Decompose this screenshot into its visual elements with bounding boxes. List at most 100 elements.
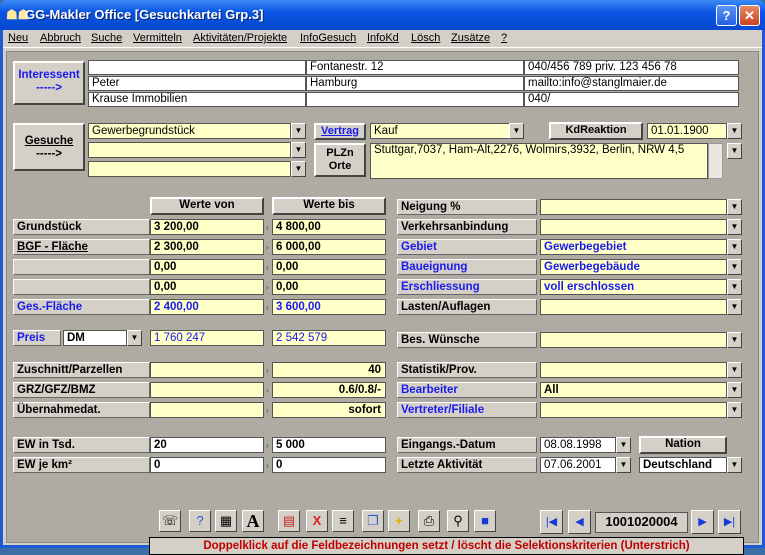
ges-flaeche-von[interactable]: 2 400,00 [150,299,264,315]
plzn-dropdown-icon[interactable]: ▼ [727,143,742,159]
label-statistik[interactable]: Statistik/Prov. [397,362,537,378]
eingangsdatum-field[interactable]: 08.08.1998 [540,437,616,453]
search-icon[interactable]: ⚲ [447,510,469,532]
preis-bis[interactable]: 2 542 579 [272,330,386,346]
menu-infogesuch[interactable]: InfoGesuch [300,32,356,44]
copy-icon[interactable]: ❐ [362,510,384,532]
nation-select[interactable]: Deutschland [639,457,727,473]
extra2-von[interactable]: 0,00 [150,279,264,295]
label-eingangsdatum[interactable]: Eingangs.-Datum [397,437,537,453]
label-uebernahmedat[interactable]: Übernahmedat. [13,402,150,418]
label-gebiet[interactable]: Gebiet [397,239,537,255]
preis-von[interactable]: 1 760 247 [150,330,264,346]
ges-flaeche-bis[interactable]: 3 600,00 [272,299,386,315]
label-ges-flaeche[interactable]: Ges.-Fläche [13,299,150,315]
vertrag-dropdown-icon[interactable]: ▼ [509,123,524,139]
statistik-dropdown-icon[interactable]: ▼ [727,362,742,378]
menu-suche[interactable]: Suche [91,32,122,44]
bgf-bis[interactable]: 6 000,00 [272,239,386,255]
label-neigung[interactable]: Neigung % [397,199,537,215]
extra1-bis[interactable]: 0,00 [272,259,386,275]
vertrag-select[interactable]: Kauf [370,123,522,139]
help-icon[interactable]: ? [189,510,211,532]
currency-select[interactable]: DM [63,330,127,346]
label-erschliessung[interactable]: Erschliessung [397,279,537,295]
plzn-orte-list[interactable]: Stuttgar,7037, Ham-Alt,2276, Wolmirs,393… [370,143,708,179]
save-icon[interactable]: ■ [474,510,496,532]
gebiet-select[interactable]: Gewerbegebiet [540,239,727,255]
object-type-2[interactable] [88,142,291,158]
extra2-bis[interactable]: 0,00 [272,279,386,295]
ew-km2-von[interactable]: 0 [150,457,264,473]
print-icon[interactable]: ⎙ [418,510,440,532]
bgf-von[interactable]: 2 300,00 [150,239,264,255]
menu-loesch[interactable]: Lösch [411,32,440,44]
extra1-von[interactable]: 0,00 [150,259,264,275]
address-city[interactable]: Hamburg [306,76,524,91]
aktivitaet-dropdown-icon[interactable]: ▼ [616,457,631,473]
label-empty-2[interactable] [13,279,150,295]
address-extra[interactable] [306,92,524,107]
vertreter-dropdown-icon[interactable]: ▼ [727,402,742,418]
erschliessung-dropdown-icon[interactable]: ▼ [727,279,742,295]
label-empty-1[interactable] [13,259,150,275]
verkehrsanbindung-select[interactable] [540,219,727,235]
vertreter-select[interactable] [540,402,727,418]
kdreaktion-label[interactable]: KdReaktion [549,122,643,140]
label-vertreter[interactable]: Vertreter/Filiale [397,402,537,418]
label-bearbeiter[interactable]: Bearbeiter [397,382,537,398]
nav-last-icon[interactable]: ▶| [718,510,741,534]
currency-dropdown-icon[interactable]: ▼ [127,330,142,346]
label-bgf-flaeche[interactable]: BGF - Fläche [13,239,150,255]
plzn-orte-button[interactable]: PLZn Orte [314,143,366,177]
font-icon[interactable]: A [242,510,264,532]
chart-icon[interactable]: ▤ [278,510,300,532]
label-ew-tsd[interactable]: EW in Tsd. [13,437,150,453]
add-icon[interactable]: + [388,510,410,532]
ew-tsd-bis[interactable]: 5 000 [272,437,386,453]
address-street[interactable]: Fontanestr. 12 [306,60,524,75]
label-letzte-aktivitaet[interactable]: Letzte Aktivität [397,457,537,473]
menu-aktivitaeten[interactable]: Aktivitäten/Projekte [193,32,287,44]
grz-von[interactable] [150,382,264,398]
erschliessung-select[interactable]: voll erschlossen [540,279,727,295]
menu-vermitteln[interactable]: Vermitteln [133,32,182,44]
zuschnitt-bis[interactable]: 40 [272,362,386,378]
lasten-select[interactable] [540,299,727,315]
object-type-1[interactable]: Gewerbegrundstück [88,123,291,139]
interessent-line-1[interactable] [88,60,306,75]
fax-icon[interactable]: ☏ [159,510,181,532]
object-type-3[interactable] [88,161,291,177]
list-icon[interactable]: ≡ [332,510,354,532]
wuensche-select[interactable] [540,332,727,348]
object-type-1-dropdown-icon[interactable]: ▼ [291,123,306,139]
nav-next-icon[interactable]: ▶ [691,510,714,534]
eingangsdatum-dropdown-icon[interactable]: ▼ [616,437,631,453]
delete-icon[interactable]: X [306,510,328,532]
wuensche-dropdown-icon[interactable]: ▼ [727,332,742,348]
label-ew-km2[interactable]: EW je km² [13,457,150,473]
menu-abbruch[interactable]: Abbruch [40,32,81,44]
uebernahme-bis[interactable]: sofort [272,402,386,418]
baueignung-dropdown-icon[interactable]: ▼ [727,259,742,275]
plzn-scrollbar[interactable] [708,143,723,179]
close-button[interactable]: ✕ [739,5,760,26]
kdreaktion-dropdown-icon[interactable]: ▼ [727,123,742,139]
verkehrsanbindung-dropdown-icon[interactable]: ▼ [727,219,742,235]
zuschnitt-von[interactable] [150,362,264,378]
object-type-3-dropdown-icon[interactable]: ▼ [291,161,306,177]
vertrag-label[interactable]: Vertrag [314,123,366,140]
menu-infokd[interactable]: InfoKd [367,32,399,44]
menu-help[interactable]: ? [501,32,507,44]
label-grz-gfz-bmz[interactable]: GRZ/GFZ/BMZ [13,382,150,398]
interessent-name[interactable]: Peter [88,76,306,91]
menu-zusaetze[interactable]: Zusätze [451,32,490,44]
contact-phone[interactable]: 040/456 789 priv. 123 456 78 [524,60,739,75]
aktivitaet-field[interactable]: 07.06.2001 [540,457,616,473]
label-zuschnitt[interactable]: Zuschnitt/Parzellen [13,362,150,378]
label-lasten-auflagen[interactable]: Lasten/Auflagen [397,299,537,315]
ew-tsd-von[interactable]: 20 [150,437,264,453]
help-button[interactable]: ? [716,5,737,26]
object-type-2-dropdown-icon[interactable]: ▼ [291,142,306,158]
label-baueignung[interactable]: Baueignung [397,259,537,275]
